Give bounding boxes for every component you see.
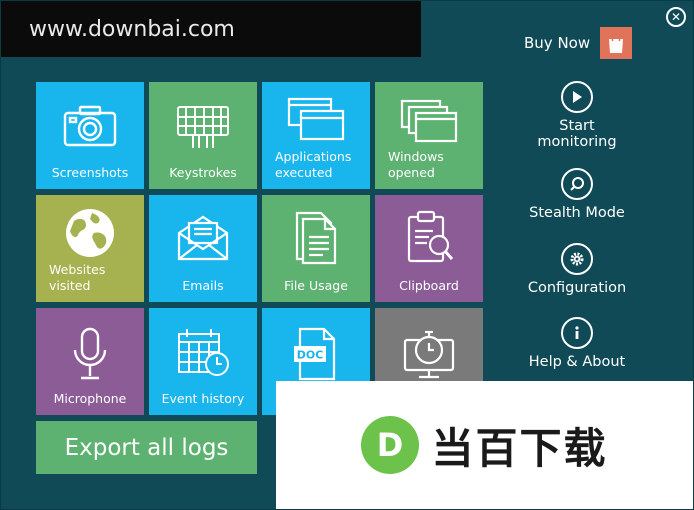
tile-emails[interactable]: Emails [149,195,257,302]
watermark-overlay: D 当百下载 [276,381,693,509]
downbai-logo-icon: D [361,416,420,474]
app-window: www.downbai.com ✕ Buy Now Screenshots Ke… [0,0,694,510]
watermark-text: www.downbai.com [29,16,235,42]
tile-clipboard[interactable]: Clipboard [375,195,483,302]
close-icon: ✕ [670,10,682,24]
play-icon [561,81,593,113]
tile-label: Clipboard [399,278,459,293]
keyboard-icon [149,104,257,152]
tile-event-history[interactable]: Event history [149,308,257,415]
camera-icon [36,104,144,148]
stacked-windows-icon [375,98,483,144]
start-monitoring-button[interactable]: Start monitoring [521,81,633,150]
envelope-icon [149,213,257,263]
globe-icon [36,207,144,259]
tile-label: Emails [182,278,224,293]
tile-label: Keystrokes [169,165,237,180]
tile-label: Windows opened [388,149,444,180]
tile-label: Screenshots [51,165,129,180]
tile-label: Websites visited [49,262,106,293]
watermark-bottom-text: 当百下载 [431,423,608,473]
side-label: Configuration [527,280,627,296]
microphone-icon [36,326,144,382]
shopping-bag-icon [600,27,633,59]
calendar-clock-icon [149,326,257,378]
tile-file-usage[interactable]: File Usage [262,195,370,302]
buy-now-label: Buy Now [524,34,591,52]
tile-windows-opened[interactable]: Windows opened [375,82,483,189]
side-label: Stealth Mode [529,205,625,221]
tile-label: Microphone [53,391,127,406]
tile-keystrokes[interactable]: Keystrokes [149,82,257,189]
export-all-logs-button[interactable]: Export all logs [36,421,257,474]
clipboard-icon [375,209,483,265]
tile-label: Applications executed [275,149,352,180]
tile-screenshots[interactable]: Screenshots [36,82,144,189]
tile-microphone[interactable]: Microphone [36,308,144,415]
watermark-banner: www.downbai.com [1,1,421,57]
info-icon [561,317,593,349]
buy-now-button[interactable]: Buy Now [524,27,633,59]
tile-applications-executed[interactable]: Applications executed [262,82,370,189]
tile-websites-visited[interactable]: Websites visited [36,195,144,302]
tile-label: File Usage [284,278,348,293]
close-button[interactable]: ✕ [666,7,686,27]
timer-monitor-icon [375,326,483,380]
logo-letter: D [377,426,404,464]
export-label: Export all logs [64,434,229,461]
tile-label: Event history [161,391,245,406]
side-label: Start monitoring [537,118,617,150]
help-about-button[interactable]: Help & About [521,317,633,370]
stealth-mode-button[interactable]: Stealth Mode [521,168,633,221]
configuration-button[interactable]: Configuration [521,243,633,296]
app-windows-icon [262,96,370,142]
gear-icon [561,243,593,275]
side-label: Help & About [528,354,626,370]
document-icon [262,209,370,265]
doc-file-icon: DOC [262,326,370,382]
magnifier-icon [561,168,593,200]
doc-badge-text: DOC [297,349,324,362]
